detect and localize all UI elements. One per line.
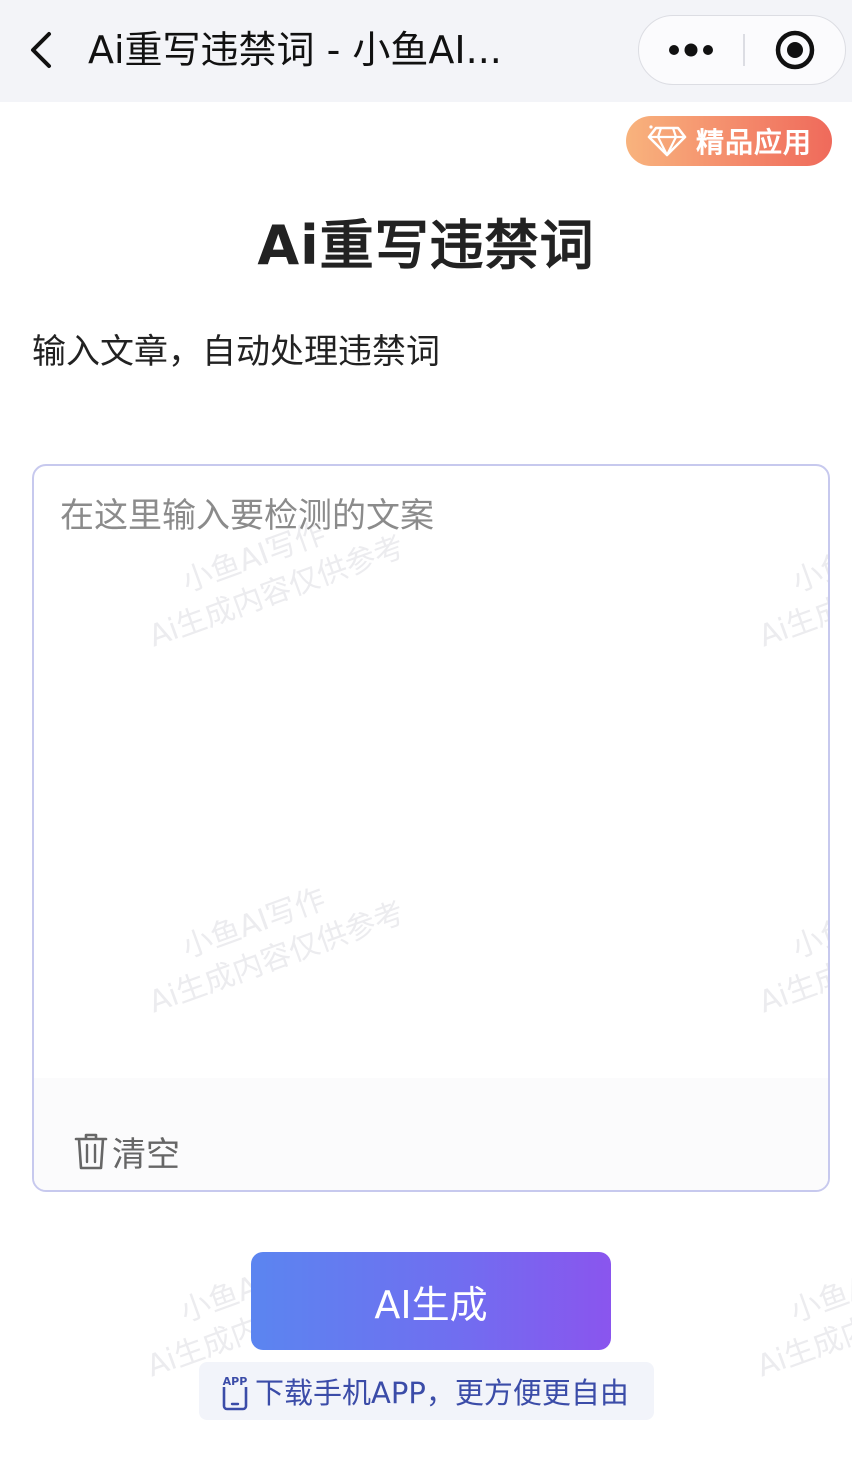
target-circle-icon bbox=[775, 30, 815, 69]
more-dots-icon bbox=[669, 43, 713, 56]
trash-icon bbox=[74, 1133, 108, 1170]
more-button[interactable] bbox=[639, 16, 743, 83]
phone-app-icon: APP bbox=[219, 1374, 251, 1411]
page-subtitle: 输入文章，自动处理违禁词 bbox=[32, 332, 440, 372]
top-navbar: Ai重写违禁词 - 小鱼AI... bbox=[0, 0, 852, 102]
article-text-input[interactable] bbox=[34, 466, 828, 1076]
premium-badge-label: 精品应用 bbox=[696, 126, 813, 159]
nav-title: Ai重写违禁词 - 小鱼AI... bbox=[88, 28, 502, 72]
download-app-banner[interactable]: APP 下载手机APP，更方便更自由 bbox=[199, 1362, 654, 1420]
premium-app-badge[interactable]: 精品应用 bbox=[626, 116, 832, 166]
diamond-icon bbox=[646, 124, 688, 158]
clear-button-label: 清空 bbox=[112, 1134, 180, 1175]
download-app-label: 下载手机APP，更方便更自由 bbox=[255, 1376, 629, 1410]
page: Ai重写违禁词 - 小鱼AI... 精品应用 Ai重写违禁词 输入文章，自动处理… bbox=[0, 0, 852, 1462]
mini-program-capsule bbox=[638, 15, 846, 85]
back-button[interactable] bbox=[22, 28, 62, 72]
close-mini-program-button[interactable] bbox=[745, 16, 845, 83]
watermark: 小鱼AI写作 Ai生成内容仅供参考 bbox=[752, 1245, 852, 1385]
ai-generate-button[interactable]: AI生成 bbox=[251, 1252, 611, 1350]
ai-generate-button-label: AI生成 bbox=[374, 1282, 488, 1327]
svg-text:APP: APP bbox=[223, 1375, 248, 1388]
text-input-card: 小鱼AI写作 Ai生成内容仅供参考 小鱼AI写作 Ai生成内容仅供参考 小鱼AI… bbox=[32, 464, 830, 1192]
clear-button[interactable]: 清空 bbox=[74, 1128, 180, 1175]
chevron-left-icon bbox=[31, 32, 51, 68]
page-title: Ai重写违禁词 bbox=[257, 214, 595, 277]
